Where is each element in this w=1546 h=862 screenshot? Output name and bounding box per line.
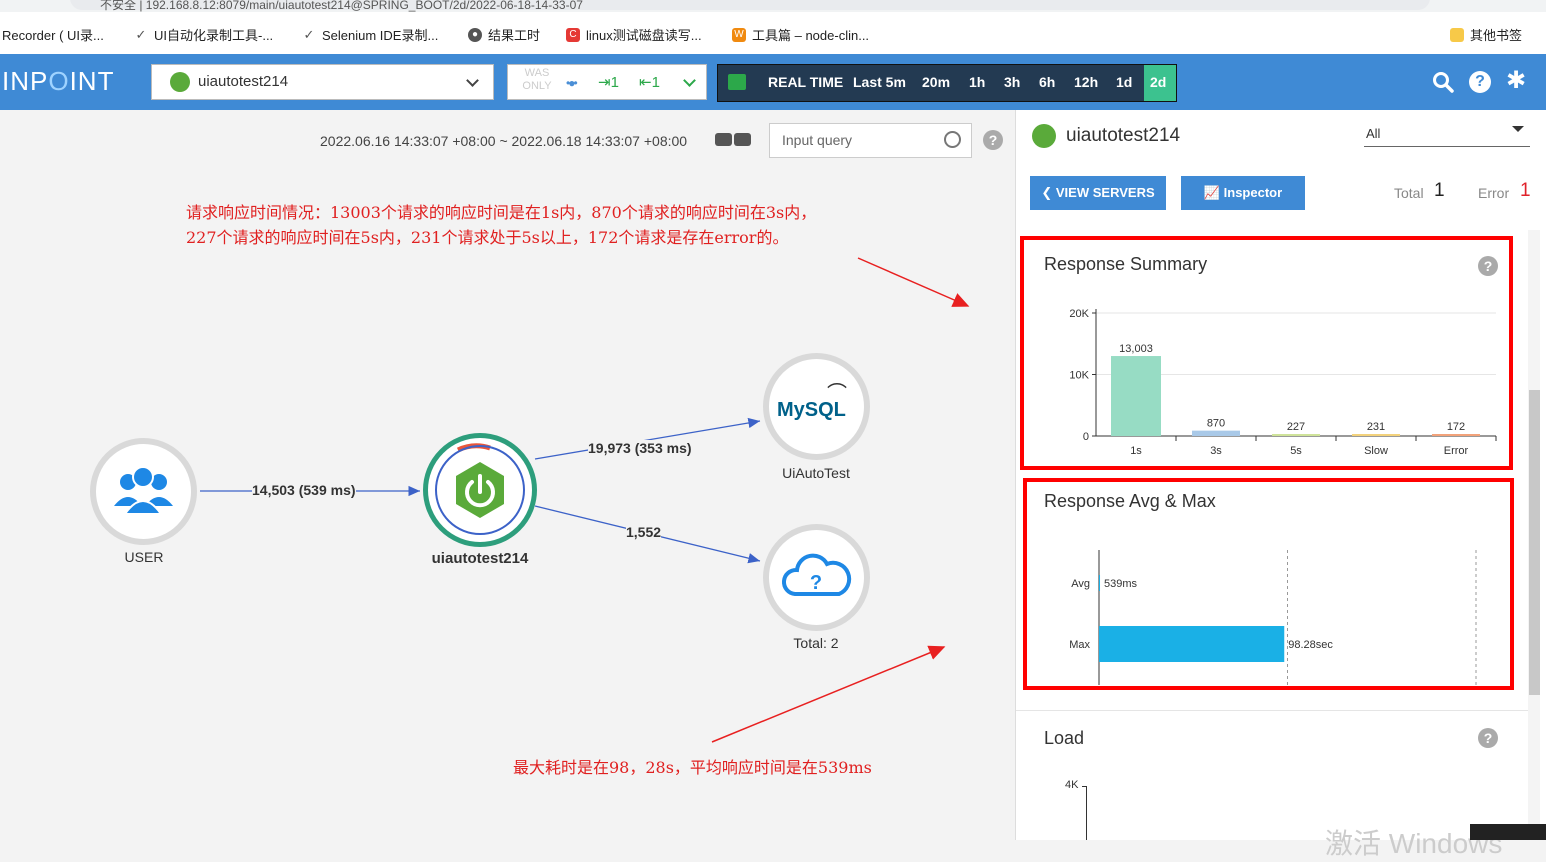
time-range-bar: REAL TIME Last 5m 20m 1h 3h 6h 12h 1d 2d [717, 64, 1177, 102]
application-select[interactable]: uiautotest214 [151, 64, 494, 100]
bookmark-icon: ✓ [303, 26, 315, 42]
svg-text:?: ? [810, 572, 822, 594]
spring-boot-icon [170, 72, 190, 92]
help-icon[interactable]: ? [1469, 71, 1491, 93]
card-divider [1016, 710, 1528, 711]
time-button-1h[interactable]: 1h [969, 74, 985, 90]
panel-scroll-thumb[interactable] [1529, 390, 1540, 695]
error-value: 1 [1520, 180, 1531, 201]
edge-label-user-app[interactable]: 14,503 (539 ms) [252, 482, 356, 498]
app-node-ring [435, 443, 525, 535]
outbound-count: ⇤1 [639, 74, 660, 91]
time-button-12h[interactable]: 12h [1074, 74, 1098, 90]
agent-filter-value: All [1366, 126, 1381, 141]
logo-part: O [48, 66, 70, 96]
load-y-tick-mark [1082, 786, 1087, 787]
time-button-20m[interactable]: 20m [922, 74, 950, 90]
search-icon[interactable] [1432, 71, 1454, 93]
dolphin-icon: ⌒ [827, 383, 847, 405]
other-bookmarks[interactable]: 其他书签 [1450, 25, 1522, 44]
bookmark-item[interactable]: Recorder ( UI录... [2, 25, 104, 44]
cloud-node-label: Total: 2 [793, 635, 839, 651]
spring-boot-icon [1032, 124, 1056, 148]
chart-icon: 📈 [1203, 185, 1224, 200]
highlight-box-summary [1020, 236, 1513, 470]
server-map-area: 2022.06.16 14:33:07 +08:00 ~ 2022.06.18 … [0, 110, 1015, 840]
cloud-question-icon: ? [782, 553, 852, 596]
calendar-icon[interactable] [728, 74, 746, 90]
bookmark-item[interactable]: ● 结果工时 [468, 25, 540, 44]
pinpoint-logo[interactable]: INPOINT [2, 66, 114, 97]
bookmark-item[interactable]: ✓ Selenium IDE录制... [302, 25, 439, 44]
was-only-label: WAS ONLY [522, 67, 552, 92]
folder-icon [1450, 27, 1464, 42]
other-bookmarks-label: 其他书签 [1470, 28, 1523, 43]
mysql-node[interactable]: MySQL ⌒ [763, 353, 870, 460]
users-icon [114, 466, 173, 515]
highlight-box-avg-max [1023, 478, 1514, 690]
user-node-label: USER [124, 549, 164, 565]
chevron-down-icon [466, 74, 479, 87]
inbound-count: ⇥1 [598, 74, 619, 91]
inspector-label: Inspector [1223, 185, 1283, 200]
logo-part: INP [2, 66, 49, 96]
application-name: uiautotest214 [198, 73, 289, 90]
annotation-arrow-bottom [711, 645, 946, 743]
bookmark-icon: ✓ [135, 26, 147, 42]
unknown-cloud-node[interactable]: ? [763, 524, 870, 631]
agent-filter-select[interactable]: All [1364, 124, 1530, 147]
bookmark-label: 工具篇 – node-clin... [752, 28, 870, 43]
address-text: 不安全 | 192.168.8.12:8079/main/uiautotest2… [100, 0, 583, 12]
inbound-count-value: 1 [610, 74, 619, 91]
bookmark-label: Recorder ( UI录... [2, 28, 104, 43]
time-button-1d[interactable]: 1d [1116, 74, 1132, 90]
load-y-axis [1086, 786, 1087, 840]
help-icon[interactable]: ? [1478, 728, 1498, 748]
total-value: 1 [1434, 180, 1445, 201]
bookmark-item[interactable]: Clinux测试磁盘读写... [566, 25, 702, 44]
edge-label-app-cloud[interactable]: 1,552 [626, 524, 662, 540]
bookmark-item[interactable]: W 工具篇 – node-clin... [732, 25, 869, 44]
error-label: Error [1478, 185, 1510, 201]
globe-icon: ● [468, 27, 482, 42]
chevron-down-icon [683, 74, 696, 87]
bookmark-label: linux测试磁盘读写... [586, 28, 702, 43]
bookmark-item[interactable]: ✓ UI自动化录制工具-... [134, 25, 274, 44]
load-title: Load [1044, 728, 1085, 748]
inspector-button[interactable]: 📈 Inspector [1181, 176, 1305, 210]
time-button-2d[interactable]: 2d [1150, 74, 1166, 90]
bookmark-label: 结果工时 [488, 28, 541, 43]
app-node-label: uiautotest214 [431, 550, 529, 567]
csdn-icon: C [566, 27, 580, 42]
chevron-left-icon: ❮ [1041, 185, 1056, 200]
info-panel: uiautotest214 All ❮ VIEW SERVERS 📈 Inspe… [1015, 110, 1546, 840]
time-button-realtime[interactable]: REAL TIME [768, 74, 843, 90]
user-node[interactable] [90, 438, 197, 545]
taskbar-fragment [1470, 824, 1546, 840]
caret-down-icon [1512, 126, 1524, 132]
time-button-5m[interactable]: Last 5m [853, 74, 906, 90]
logo-part: INT [69, 66, 115, 96]
time-button-3h[interactable]: 3h [1004, 74, 1020, 90]
bookmarks-bar: Recorder ( UI录... ✓ UI自动化录制工具-... ✓ Seleni… [0, 12, 1546, 55]
address-bar[interactable]: 不安全 | 192.168.8.12:8079/main/uiautotest2… [0, 0, 1546, 12]
gear-icon[interactable]: ✱ [1506, 68, 1526, 94]
app-header: INPOINT uiautotest214 WAS ONLY •●• ⇥1 ⇤1… [0, 54, 1546, 110]
bookmark-label: Selenium IDE录制... [322, 28, 439, 43]
time-button-6h[interactable]: 6h [1039, 74, 1055, 90]
outbound-count-value: 1 [651, 74, 660, 91]
node-dots-icon: •●• [566, 76, 578, 90]
was-filter[interactable]: WAS ONLY •●• ⇥1 ⇤1 [507, 64, 707, 100]
view-servers-label: VIEW SERVERS [1055, 185, 1155, 200]
load-y-tick: 4K [1065, 779, 1079, 791]
bookmark-label: UI自动化录制工具-... [154, 28, 274, 43]
edge-label-app-mysql[interactable]: 19,973 (353 ms) [588, 440, 692, 456]
view-servers-button[interactable]: ❮ VIEW SERVERS [1030, 176, 1166, 210]
w-icon: W [732, 27, 746, 42]
total-label: Total [1394, 185, 1424, 201]
annotation-arrow-top [857, 257, 970, 307]
panel-title: uiautotest214 [1066, 125, 1181, 146]
app-node[interactable] [423, 433, 537, 547]
mysql-node-label: UiAutoTest [782, 465, 850, 481]
